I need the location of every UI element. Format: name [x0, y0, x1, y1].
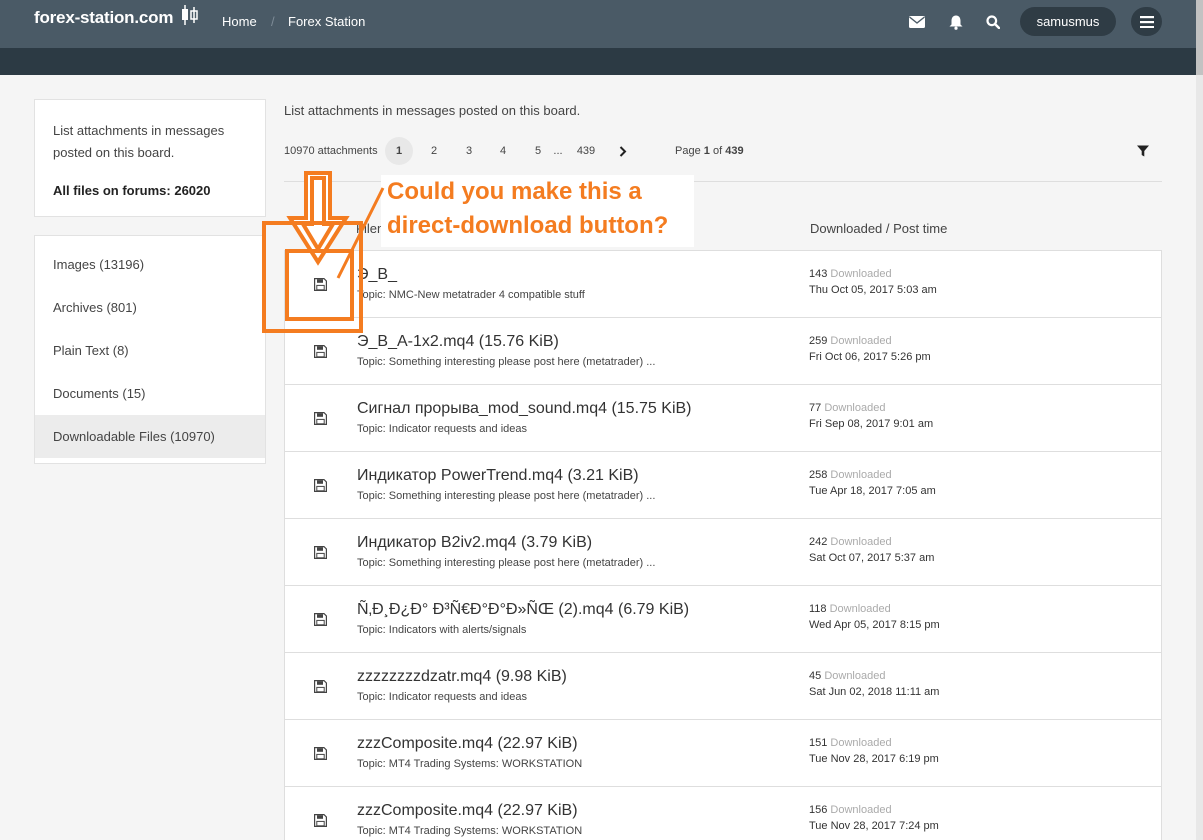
page-button-5[interactable]: 5	[524, 137, 552, 165]
filter-icon[interactable]	[1136, 144, 1150, 158]
attachment-topic-link[interactable]: Topic: NMC-New metatrader 4 compatible s…	[357, 289, 585, 301]
scrollbar-thumb[interactable]	[1196, 0, 1203, 75]
top-navbar: forex-station.com Home / Forex Station s…	[0, 0, 1196, 48]
attachment-row: Индикатор PowerTrend.mq4 (3.21 KiB) Topi…	[285, 452, 1161, 519]
page-scrollbar[interactable]	[1196, 0, 1203, 840]
attachment-filename-link[interactable]: zzzComposite.mq4 (22.97 KiB)	[357, 802, 578, 820]
sidebar-item-downloadable-files[interactable]: Downloadable Files (10970)	[35, 415, 265, 458]
attachment-topic-link[interactable]: Topic: MT4 Trading Systems: WORKSTATION	[357, 825, 582, 837]
download-count: 259 Downloaded	[809, 335, 892, 347]
attachment-filename-link[interactable]: Ñ‚Ð¸Ð¿Ð° Ð³Ñ€Ð°Ð°Ð»ÑŒ (2).mq4 (6.79 KiB)	[357, 601, 689, 619]
page-button-4[interactable]: 4	[489, 137, 517, 165]
annotation-callout: Could you make this a direct-download bu…	[381, 175, 694, 247]
attachment-filename-link[interactable]: Э_B_A-1x2.mq4 (15.76 KiB)	[357, 333, 559, 351]
page-button-2[interactable]: 2	[420, 137, 448, 165]
attachment-row: Сигнал прорыва_mod_sound.mq4 (15.75 KiB)…	[285, 385, 1161, 452]
sidebar-item-images[interactable]: Images (13196)	[35, 243, 265, 286]
breadcrumb-separator: /	[271, 14, 275, 29]
attachment-list: Э_B_ Topic: NMC-New metatrader 4 compati…	[284, 250, 1162, 840]
hamburger-menu-button[interactable]	[1131, 7, 1162, 36]
hamburger-icon	[1139, 15, 1154, 28]
attachment-row: zzzComposite.mq4 (22.97 KiB) Topic: MT4 …	[285, 720, 1161, 787]
attachment-count: 10970 attachments	[284, 145, 378, 157]
annotation-arrow-icon	[286, 171, 350, 266]
attachment-topic-link[interactable]: Topic: Something interesting please post…	[357, 490, 655, 502]
attachment-row: Ñ‚Ð¸Ð¿Ð° Ð³Ñ€Ð°Ð°Ð»ÑŒ (2).mq4 (6.79 KiB)…	[285, 586, 1161, 653]
page-button-3[interactable]: 3	[455, 137, 483, 165]
download-count: 156 Downloaded	[809, 804, 892, 816]
attachment-row: Э_B_A-1x2.mq4 (15.76 KiB) Topic: Somethi…	[285, 318, 1161, 385]
sidebar-total-files: All files on forums: 26020	[53, 183, 211, 198]
site-logo[interactable]: forex-station.com	[34, 8, 173, 28]
floppy-disk-icon[interactable]	[314, 613, 327, 626]
download-count: 242 Downloaded	[809, 536, 892, 548]
column-header-downloaded[interactable]: Downloaded / Post time	[810, 221, 947, 236]
attachment-filename-link[interactable]: Сигнал прорыва_mod_sound.mq4 (15.75 KiB)	[357, 400, 692, 418]
candlestick-logo-icon	[182, 5, 198, 25]
attachment-topic-link[interactable]: Topic: Indicator requests and ideas	[357, 691, 527, 703]
breadcrumb-home[interactable]: Home	[222, 14, 257, 29]
post-time: Fri Sep 08, 2017 9:01 am	[809, 418, 934, 430]
attachment-filename-link[interactable]: zzzzzzzzdzatr.mq4 (9.98 KiB)	[357, 668, 567, 686]
attachment-topic-link[interactable]: Topic: Something interesting please post…	[357, 356, 655, 368]
bell-icon[interactable]	[945, 12, 967, 32]
attachment-topic-link[interactable]: Topic: Something interesting please post…	[357, 557, 655, 569]
annotation-line-2: direct-download button?	[387, 212, 669, 239]
annotation-line-1: Could you make this a	[387, 178, 642, 205]
post-time: Wed Apr 05, 2017 8:15 pm	[809, 619, 940, 631]
sidebar-item-documents[interactable]: Documents (15)	[35, 372, 265, 415]
download-count: 258 Downloaded	[809, 469, 892, 481]
page-ellipsis: ...	[553, 145, 563, 157]
floppy-disk-icon[interactable]	[314, 479, 327, 492]
floppy-disk-icon[interactable]	[314, 814, 327, 827]
post-time: Tue Nov 28, 2017 6:19 pm	[809, 753, 939, 765]
sidebar-info-panel: List attachments in messages posted on t…	[34, 99, 266, 217]
download-count: 151 Downloaded	[809, 737, 892, 749]
next-page-button[interactable]	[609, 137, 637, 165]
attachment-filename-link[interactable]: Э_B_	[357, 266, 397, 284]
download-count: 143 Downloaded	[809, 268, 892, 280]
floppy-disk-icon[interactable]	[314, 412, 327, 425]
sub-navbar	[0, 48, 1196, 75]
attachment-row: zzzzzzzzdzatr.mq4 (9.98 KiB) Topic: Indi…	[285, 653, 1161, 720]
floppy-disk-icon[interactable]	[314, 747, 327, 760]
post-time: Thu Oct 05, 2017 5:03 am	[809, 284, 937, 296]
download-count: 118 Downloaded	[809, 603, 891, 615]
page-button-1[interactable]: 1	[385, 137, 413, 165]
post-time: Fri Oct 06, 2017 5:26 pm	[809, 351, 931, 363]
floppy-disk-icon[interactable]	[314, 278, 327, 291]
sidebar-item-archives[interactable]: Archives (801)	[35, 286, 265, 329]
main-description: List attachments in messages posted on t…	[284, 103, 581, 118]
user-menu-button[interactable]: samusmus	[1020, 7, 1116, 36]
attachment-filename-link[interactable]: zzzComposite.mq4 (22.97 KiB)	[357, 735, 578, 753]
username-label: samusmus	[1036, 14, 1100, 29]
sidebar-description: List attachments in messages posted on t…	[53, 123, 225, 160]
download-count: 77 Downloaded	[809, 402, 886, 414]
attachment-filename-link[interactable]: Индикатор PowerTrend.mq4 (3.21 KiB)	[357, 467, 639, 485]
breadcrumb-forex-station[interactable]: Forex Station	[288, 14, 365, 29]
page-button-last[interactable]: 439	[572, 137, 600, 165]
post-time: Sat Oct 07, 2017 5:37 am	[809, 552, 935, 564]
attachment-row: zzzComposite.mq4 (22.97 KiB) Topic: MT4 …	[285, 787, 1161, 840]
sidebar-item-plain-text[interactable]: Plain Text (8)	[35, 329, 265, 372]
search-icon[interactable]	[982, 12, 1004, 32]
floppy-disk-icon[interactable]	[314, 680, 327, 693]
attachment-topic-link[interactable]: Topic: MT4 Trading Systems: WORKSTATION	[357, 758, 582, 770]
post-time: Sat Jun 02, 2018 11:11 am	[809, 686, 940, 698]
floppy-disk-icon[interactable]	[314, 546, 327, 559]
floppy-disk-icon[interactable]	[314, 345, 327, 358]
download-count: 45 Downloaded	[809, 670, 886, 682]
attachment-row: Индикатор B2iv2.mq4 (3.79 KiB) Topic: So…	[285, 519, 1161, 586]
sidebar-category-list: Images (13196) Archives (801) Plain Text…	[34, 235, 266, 464]
post-time: Tue Nov 28, 2017 7:24 pm	[809, 820, 939, 832]
chevron-right-icon	[619, 145, 627, 157]
attachment-row: Э_B_ Topic: NMC-New metatrader 4 compati…	[285, 251, 1161, 318]
attachment-topic-link[interactable]: Topic: Indicators with alerts/signals	[357, 624, 526, 636]
attachment-topic-link[interactable]: Topic: Indicator requests and ideas	[357, 423, 527, 435]
envelope-icon[interactable]	[906, 12, 928, 32]
post-time: Tue Apr 18, 2017 7:05 am	[809, 485, 936, 497]
attachment-filename-link[interactable]: Индикатор B2iv2.mq4 (3.79 KiB)	[357, 534, 592, 552]
page-indicator: Page 1 of 439	[675, 145, 744, 157]
